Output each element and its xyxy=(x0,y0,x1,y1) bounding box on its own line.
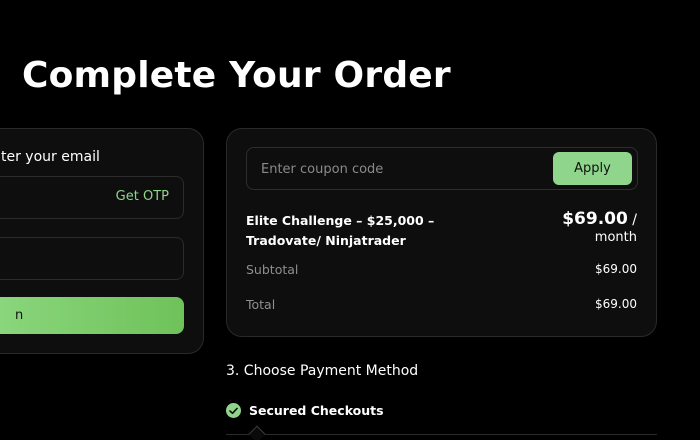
product-name: Elite Challenge – $25,000 – Tradovate/ N… xyxy=(246,213,435,248)
otp-field[interactable] xyxy=(0,237,184,280)
product-price: $69.00 xyxy=(562,209,628,229)
coupon-row: Apply xyxy=(246,147,638,190)
payment-method-heading: 3. Choose Payment Method xyxy=(226,363,419,379)
account-card: ter your email Get OTP n xyxy=(0,128,204,354)
billing-period: month xyxy=(594,230,637,245)
secured-checkout-label: Secured Checkouts xyxy=(249,403,384,418)
email-field[interactable]: Get OTP xyxy=(0,176,184,219)
page-title: Complete Your Order xyxy=(22,55,451,96)
coupon-input[interactable] xyxy=(261,160,541,178)
check-circle-icon xyxy=(226,403,241,418)
email-label: ter your email xyxy=(1,149,100,165)
subtotal-value: $69.00 xyxy=(595,262,637,276)
get-otp-button[interactable]: Get OTP xyxy=(116,189,169,204)
price-block: $69.00 / month xyxy=(562,209,637,245)
order-summary-card: Apply Elite Challenge – $25,000 – Tradov… xyxy=(226,128,657,337)
submit-button[interactable]: n xyxy=(0,297,184,334)
total-label: Total xyxy=(246,297,276,312)
apply-coupon-button[interactable]: Apply xyxy=(553,152,632,185)
payment-method-box[interactable] xyxy=(226,434,657,440)
secured-checkout-row: Secured Checkouts xyxy=(226,403,384,418)
total-value: $69.00 xyxy=(595,297,637,311)
price-separator: / xyxy=(627,212,637,228)
subtotal-label: Subtotal xyxy=(246,262,299,277)
